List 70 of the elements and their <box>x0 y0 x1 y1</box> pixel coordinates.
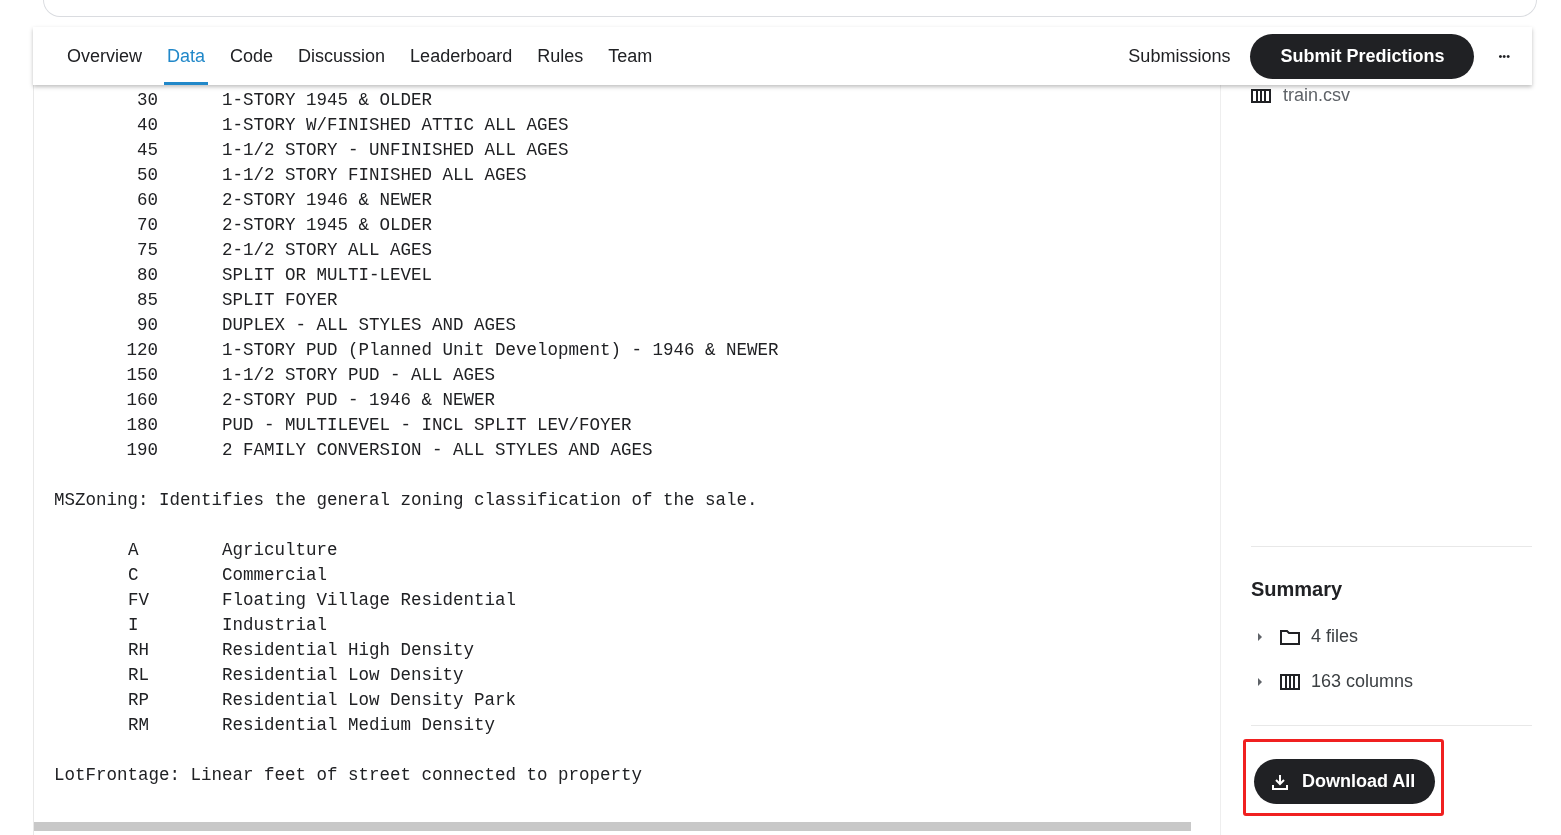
code-description: DUPLEX - ALL STYLES AND AGES <box>222 314 517 337</box>
code-description: PUD - MULTILEVEL - INCL SPLIT LEV/FOYER <box>222 414 632 437</box>
code-value: 150 <box>125 364 158 387</box>
code-description: Agriculture <box>222 539 338 562</box>
code-value: C <box>127 564 140 587</box>
summary-item[interactable]: 4 files <box>1311 626 1359 647</box>
code-description: Floating Village Residential <box>222 589 517 612</box>
code-value: 50 <box>136 164 158 187</box>
tab[interactable]: Team <box>605 27 656 85</box>
code-value: 190 <box>125 439 158 462</box>
submit-predictions-button[interactable]: Submit Predictions <box>1250 33 1475 79</box>
submissions-link[interactable]: Submissions <box>1128 45 1231 67</box>
code-description: 1-1/2 STORY PUD - ALL AGES <box>222 364 496 387</box>
code-description: 1-STORY 1945 & OLDER <box>222 89 433 112</box>
folder-icon <box>1280 628 1300 645</box>
tab[interactable]: Rules <box>534 27 587 85</box>
code-description: 1-STORY W/FINISHED ATTIC ALL AGES <box>222 114 569 137</box>
summary-item[interactable]: 163 columns <box>1311 671 1414 692</box>
code-value: 45 <box>136 139 158 162</box>
code-value: 120 <box>125 339 158 362</box>
code-description: Residential Low Density <box>222 664 464 687</box>
tab[interactable]: Data <box>164 27 209 85</box>
caret-icon[interactable] <box>1257 631 1263 642</box>
code-description: SPLIT FOYER <box>222 289 338 312</box>
code-description: SPLIT OR MULTI-LEVEL <box>222 264 433 287</box>
code-value: 70 <box>136 214 158 237</box>
code-value: 80 <box>136 264 158 287</box>
tab[interactable]: Overview <box>64 27 145 85</box>
field-description: LotFrontage: Linear feet of street connected to property <box>54 764 644 787</box>
code-description: 2-STORY 1946 & NEWER <box>222 189 433 212</box>
code-value: 160 <box>125 389 158 412</box>
code-value: 180 <box>125 414 158 437</box>
code-value: 75 <box>136 239 158 262</box>
download-icon <box>1272 773 1288 790</box>
code-description: Commercial <box>222 564 328 587</box>
code-value: I <box>127 614 140 637</box>
code-description: Residential High Density <box>222 639 475 662</box>
caret-icon[interactable] <box>1257 676 1263 687</box>
more-button[interactable]: ••• <box>1494 46 1514 66</box>
code-value: RM <box>127 714 150 737</box>
code-value: 30 <box>136 89 158 112</box>
file-name[interactable]: train.csv <box>1283 85 1351 106</box>
code-description: 1-1/2 STORY FINISHED ALL AGES <box>222 164 527 187</box>
field-description: MSZoning: Identifies the general zoning classification of the sale. <box>54 489 759 512</box>
tab[interactable]: Discussion <box>295 27 389 85</box>
code-value: RH <box>127 639 150 662</box>
code-description: 2-STORY 1945 & OLDER <box>222 214 433 237</box>
code-description: 1-1/2 STORY - UNFINISHED ALL AGES <box>222 139 569 162</box>
code-value: A <box>127 539 140 562</box>
code-value: RL <box>127 664 150 687</box>
code-description: 2-STORY PUD - 1946 & NEWER <box>222 389 496 412</box>
code-value: 60 <box>136 189 158 212</box>
code-description: Industrial <box>222 614 328 637</box>
columns-icon <box>1280 673 1300 690</box>
horizontal-scrollbar[interactable] <box>34 822 1191 831</box>
code-value: 85 <box>136 289 158 312</box>
code-value: FV <box>127 589 150 612</box>
code-description: 1-STORY PUD (Planned Unit Development) - 1946 & NEWER <box>222 339 779 362</box>
summary-heading: Summary <box>1251 578 1344 601</box>
code-description: 2-1/2 STORY ALL AGES <box>222 239 433 262</box>
code-value: 90 <box>136 314 158 337</box>
code-value: 40 <box>136 114 158 137</box>
columns-icon <box>1251 88 1271 103</box>
tab[interactable]: Leaderboard <box>407 27 516 85</box>
tab[interactable]: Code <box>227 27 277 85</box>
code-description: 2 FAMILY CONVERSION - ALL STYLES AND AGES <box>222 439 653 462</box>
code-description: Residential Medium Density <box>222 714 496 737</box>
code-value: RP <box>127 689 150 712</box>
download-all-button[interactable]: Download All <box>1254 759 1436 804</box>
code-description: Residential Low Density Park <box>222 689 517 712</box>
